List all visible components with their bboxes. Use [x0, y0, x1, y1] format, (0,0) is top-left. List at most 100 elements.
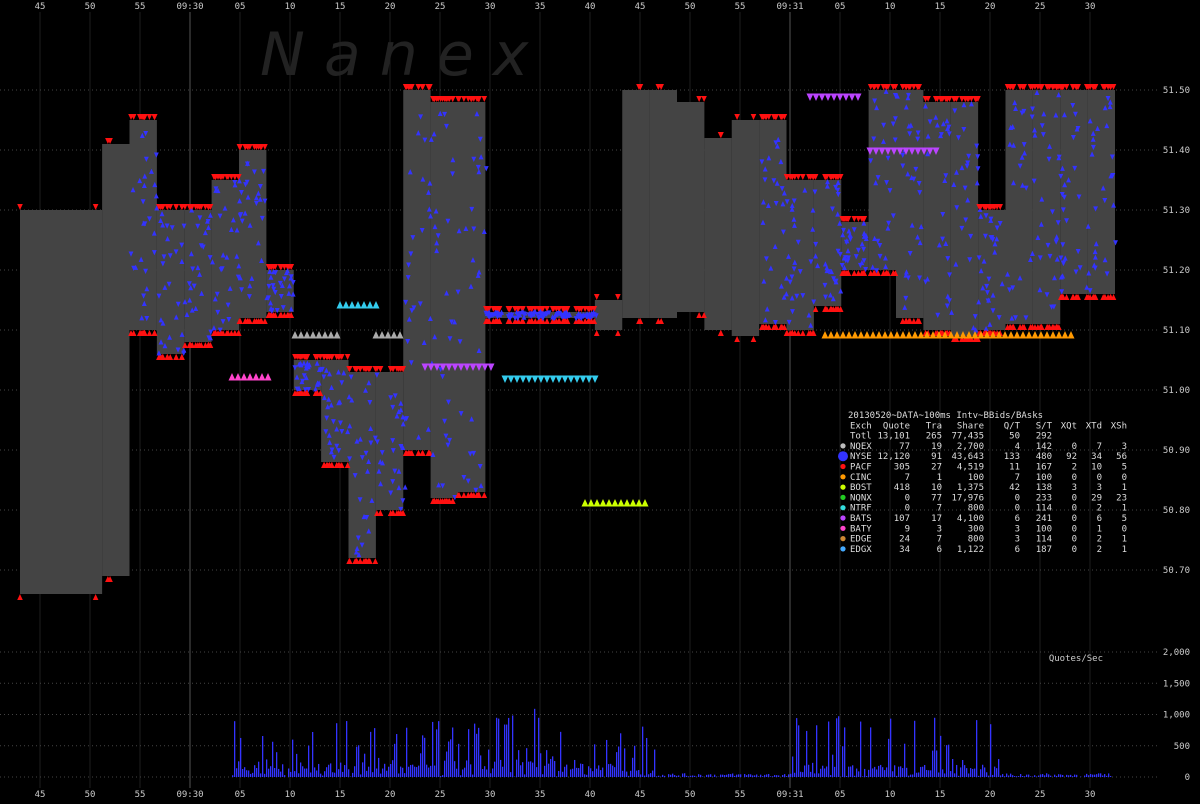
stats-cell: 100: [968, 473, 984, 483]
quotes-per-sec-bar: [430, 766, 431, 777]
stats-cell: 167: [1036, 463, 1052, 473]
stats-cell: 0: [1072, 514, 1077, 524]
stats-column-header: Tra: [926, 421, 942, 431]
quotes-per-sec-bar: [808, 765, 809, 777]
stats-cell: 77: [931, 493, 942, 503]
quotes-per-sec-bar: [594, 744, 595, 777]
stats-cell: 42: [1009, 483, 1020, 493]
stats-cell: 4,519: [957, 463, 984, 473]
quotes-per-sec-bar: [610, 764, 611, 777]
stats-cell: 17: [931, 514, 942, 524]
quotes-per-sec-bar: [656, 776, 657, 777]
quotes-per-sec-bar: [348, 769, 349, 777]
stats-cell: 1,122: [957, 545, 984, 555]
quotes-per-sec-bar: [426, 765, 427, 777]
quotes-per-sec-bar: [740, 774, 741, 777]
stats-cell: 5: [1122, 514, 1127, 524]
quotes-per-sec-bar: [570, 769, 571, 777]
quotes-per-sec-bar: [850, 767, 851, 777]
quotes-per-sec-bar: [320, 774, 321, 777]
price-tick-label: 51.30: [1163, 206, 1190, 216]
quotes-per-sec-bar: [748, 774, 749, 777]
quotes-per-sec-bar: [260, 773, 261, 777]
quotes-per-sec-bar: [928, 770, 929, 777]
time-tick-label-bottom: 35: [535, 790, 546, 800]
quotes-per-sec-bar: [512, 716, 513, 777]
time-tick-label-top: 35: [535, 2, 546, 12]
price-tick-label: 50.90: [1163, 446, 1190, 456]
quotes-per-sec-bar: [304, 769, 305, 777]
stats-cell: 34: [899, 545, 910, 555]
quotes-per-sec-bar: [526, 748, 527, 777]
quotes-per-sec-bar: [662, 775, 663, 777]
quotes-per-sec-bar: [762, 776, 763, 777]
stats-cell: 4: [1015, 442, 1020, 452]
quotes-per-sec-bar: [968, 773, 969, 777]
stats-cell: 10: [931, 483, 942, 493]
quotes-per-sec-bar: [412, 765, 413, 777]
quotes-per-sec-bar: [314, 767, 315, 777]
quotes-per-sec-bar: [794, 773, 795, 777]
quotes-per-sec-bar: [484, 766, 485, 777]
quotes-per-sec-bar: [898, 767, 899, 777]
time-tick-label-top: 50: [685, 2, 696, 12]
stats-cell: 2: [1097, 545, 1102, 555]
quotes-per-sec-bar: [378, 758, 379, 777]
quotes-per-sec-bar: [924, 765, 925, 777]
quotes-per-sec-bar: [454, 761, 455, 777]
quotes-per-sec-bar: [768, 774, 769, 777]
time-tick-label-top: 09:31: [776, 2, 803, 12]
quotes-per-sec-bar: [732, 773, 733, 777]
time-tick-label-top: 20: [385, 2, 396, 12]
stats-cell: 292: [1036, 432, 1052, 442]
time-tick-label-bottom: 45: [635, 790, 646, 800]
quotes-per-sec-bar: [282, 764, 283, 777]
quotes-per-sec-bar: [328, 765, 329, 777]
quotes-per-sec-bar: [496, 718, 497, 777]
quotes-per-sec-bar: [888, 739, 889, 777]
quotes-per-sec-bar: [944, 773, 945, 777]
quotes-per-sec-bar: [878, 766, 879, 777]
stats-cell: 1: [1122, 545, 1127, 555]
quotes-per-sec-bar: [998, 759, 999, 777]
quotes-per-sec-bar: [244, 767, 245, 777]
quotes-per-sec-bar: [1046, 773, 1047, 777]
stats-cell: 11: [1009, 463, 1020, 473]
quotes-per-sec-bar: [318, 764, 319, 777]
quotes-per-sec-bar: [466, 760, 467, 777]
stats-cell: 1,375: [957, 483, 984, 493]
quotes-per-sec-bar: [624, 748, 625, 777]
quotes-per-sec-bar: [684, 773, 685, 777]
quotes-per-sec-bar: [292, 740, 293, 777]
quotes-per-sec-bar: [756, 775, 757, 777]
time-tick-label-bottom: 10: [285, 790, 296, 800]
quotes-per-sec-bar: [838, 716, 839, 777]
quotes-per-sec-bar: [264, 774, 265, 777]
quotes-per-sec-bar: [536, 767, 537, 777]
stats-cell: 50: [1009, 432, 1020, 442]
quotes-per-sec-bar: [520, 765, 521, 777]
quotes-per-sec-bar: [550, 759, 551, 777]
stats-cell: 0: [1097, 473, 1102, 483]
time-tick-label-bottom: 45: [35, 790, 46, 800]
stats-cell: 3: [1122, 442, 1127, 452]
time-tick-label-top: 55: [135, 2, 146, 12]
quotes-per-sec-bar: [410, 765, 411, 777]
quotes-per-sec-bar: [954, 773, 955, 777]
quotes-per-sec-bar: [790, 774, 791, 777]
quotes-per-sec-bar: [734, 776, 735, 777]
quotes-per-sec-bar: [714, 775, 715, 777]
stats-cell: 800: [968, 535, 984, 545]
quotes-per-sec-bar: [442, 775, 443, 777]
quotes-per-sec-bar: [362, 762, 363, 777]
quotes-per-sec-bar: [330, 763, 331, 777]
stats-cell: 91: [931, 452, 942, 462]
quotes-per-sec-bar: [668, 774, 669, 777]
stats-cell: 0: [1122, 473, 1127, 483]
quotes-per-sec-bar: [816, 725, 817, 777]
stats-cell: 0: [1072, 473, 1077, 483]
quotes-per-sec-bar: [500, 760, 501, 777]
quotes-per-sec-bar: [894, 765, 895, 777]
quotes-per-sec-bar: [698, 774, 699, 777]
quotes-per-sec-bar: [336, 723, 337, 777]
